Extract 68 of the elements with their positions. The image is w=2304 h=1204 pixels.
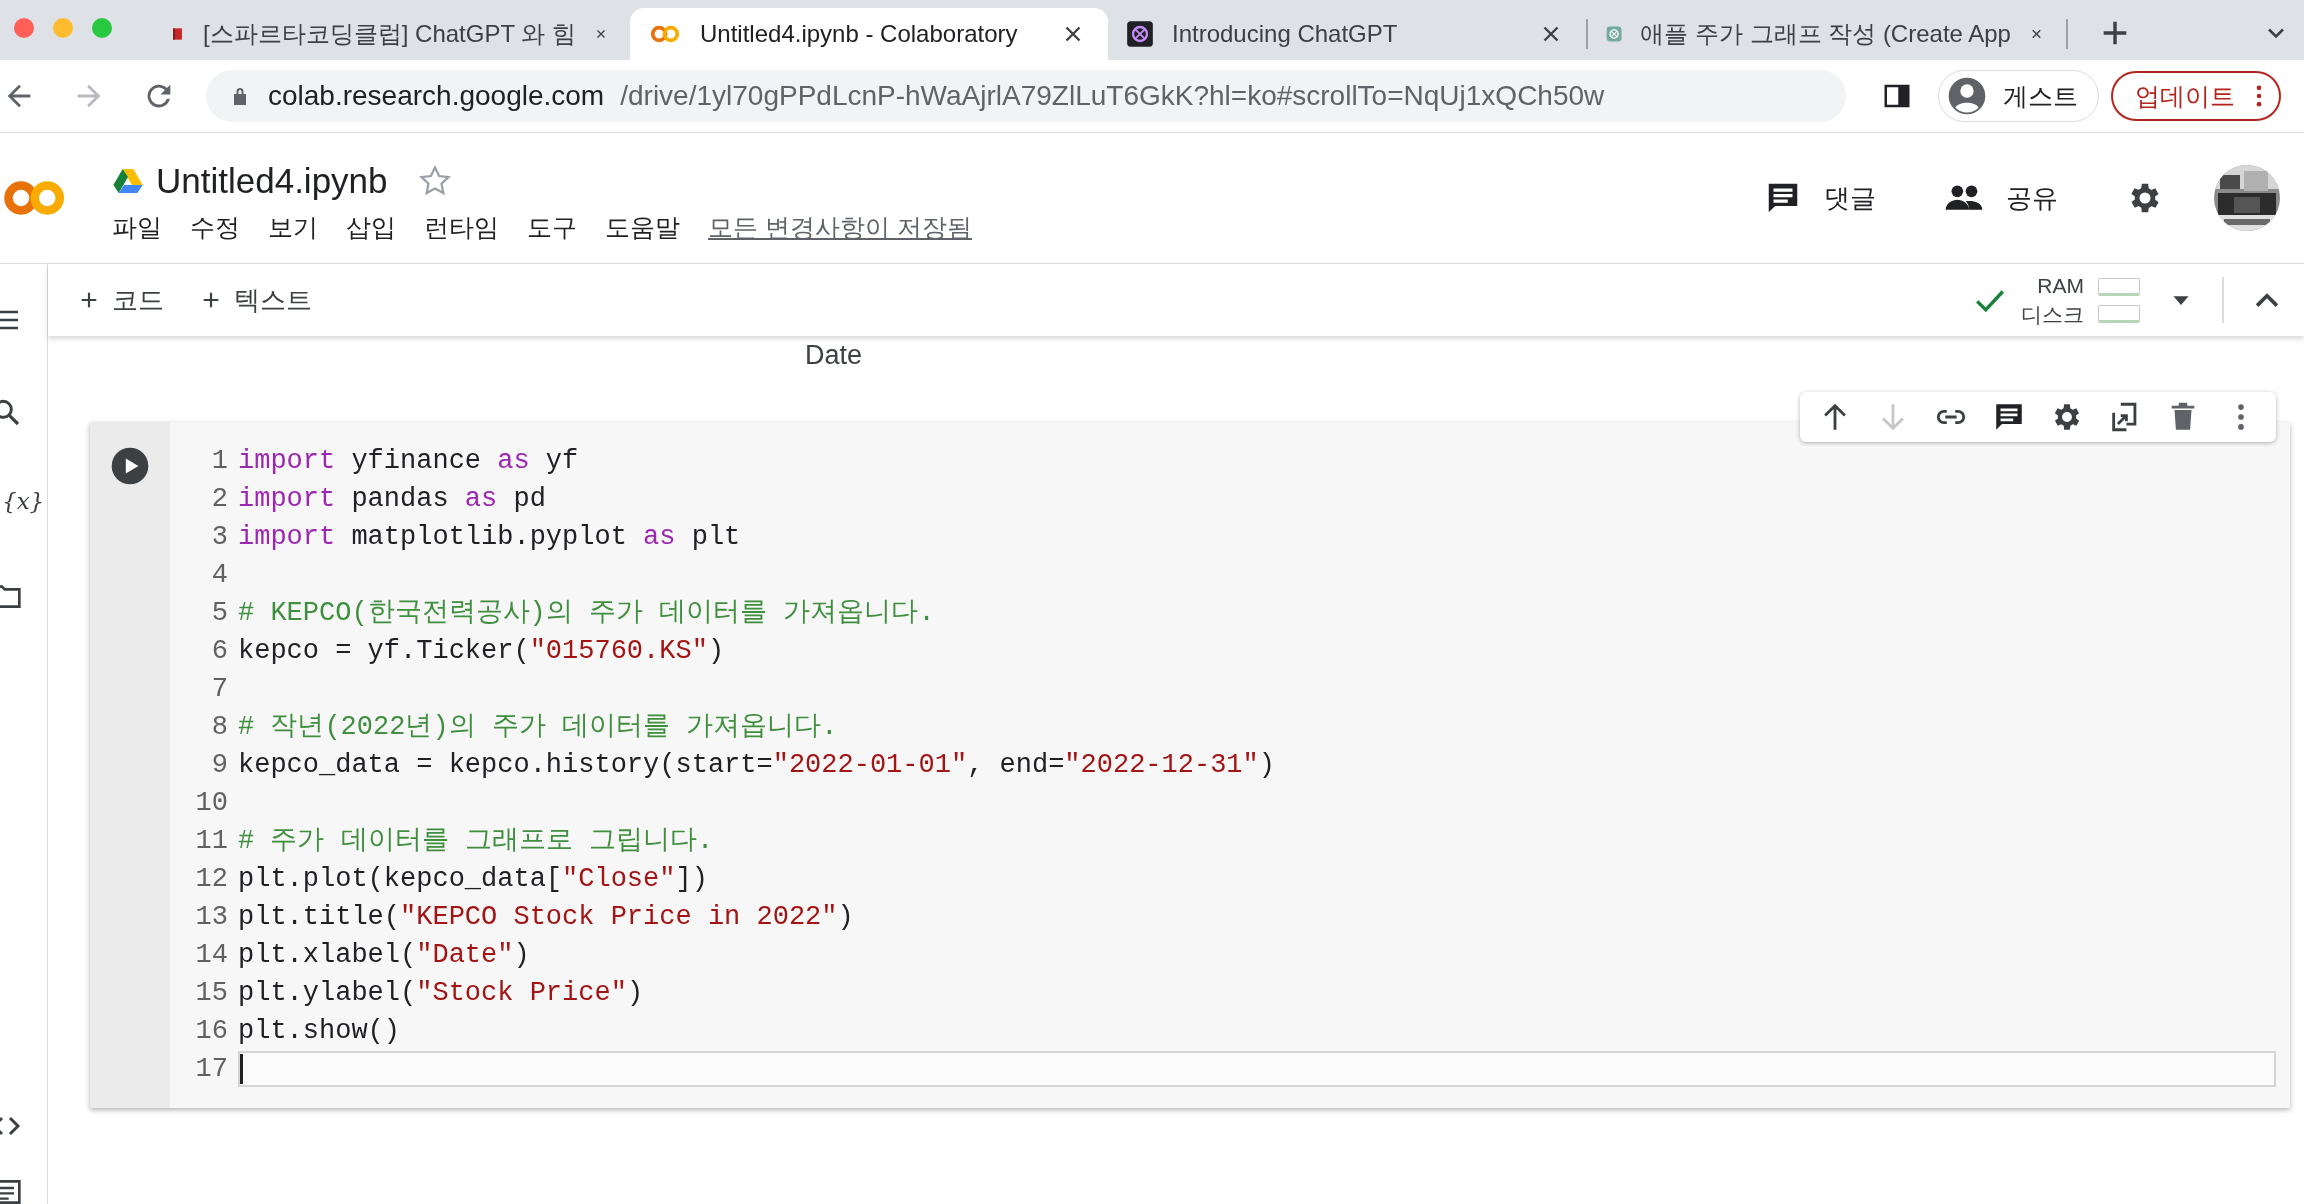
menu-item[interactable]: 삽입 [346, 210, 396, 244]
disk-label: 디스크 [2021, 302, 2084, 328]
line-number: 8 [210, 712, 229, 742]
add-text-button[interactable]: 텍스트 [200, 282, 312, 318]
line-number: 14 [194, 940, 229, 970]
menu-item[interactable]: 도구 [527, 210, 577, 244]
menu-item[interactable]: 보기 [268, 210, 318, 244]
browser-tab[interactable]: [스파르타코딩클럽] ChatGPT 와 힘 [152, 8, 630, 60]
line-number: 4 [210, 560, 229, 590]
menu-item[interactable]: 수정 [190, 210, 240, 244]
menu-item[interactable]: 파일 [112, 210, 162, 244]
line-number: 5 [210, 598, 229, 628]
line-number: 12 [194, 864, 229, 894]
tab-title: [스파르타코딩클럽] ChatGPT 와 힘 [203, 19, 576, 49]
code-cell[interactable] [90, 422, 2290, 1108]
line-number: 13 [194, 902, 229, 932]
update-button[interactable]: 업데이트 [2111, 71, 2281, 121]
resources-button[interactable]: RAM 디스크 [1973, 271, 2140, 329]
ram-label: RAM [2037, 273, 2084, 299]
knot-icon [1126, 20, 1154, 48]
line-number: 11 [194, 826, 229, 856]
line-number: 9 [210, 750, 229, 780]
line-number: 16 [194, 1016, 229, 1046]
code-line: kepco_data = kepco.history(start="2022-01-01", end="2022-12-31") [238, 749, 1276, 782]
code-line: plt.xlabel("Date") [238, 939, 531, 972]
axis-label: Date [805, 340, 863, 370]
code-line: # KEPCO(한국전력공사)의 주가 데이터를 가져옵니다. [238, 597, 936, 630]
line-number: 17 [194, 1054, 229, 1084]
url-path: /drive/1yl70gPPdLcnP-hWaAjrlA79ZlLuT6GkK?hl=ko#scrollTo=NqUj1xQCh50w [620, 80, 1605, 112]
code-line: # 작년(2022년)의 주가 데이터를 가져옵니다. [238, 711, 839, 744]
line-number: 1 [210, 446, 229, 476]
variables-button[interactable]: {x} [2, 488, 45, 514]
add-code-button[interactable]: 코드 [78, 282, 164, 318]
disk-meter [2098, 304, 2140, 323]
menu-item[interactable]: 도움말 [605, 210, 680, 244]
code-line: import pandas as pd [238, 483, 547, 516]
tab-title: 애플 주가 그래프 작성 (Create App [1640, 19, 2011, 49]
notebook-title[interactable]: Untitled4.ipynb [156, 160, 388, 201]
code-line: plt.plot(kepco_data["Close"]) [238, 863, 709, 896]
code-line: import matplotlib.pyplot as plt [238, 521, 742, 554]
text-cursor [240, 1054, 243, 1084]
browser-tab[interactable]: Introducing ChatGPT [1108, 8, 1586, 60]
line-number: 15 [194, 978, 229, 1008]
run-button[interactable] [110, 446, 150, 486]
line-number: 7 [210, 674, 229, 704]
line-number: 3 [210, 522, 229, 552]
line-number: 2 [210, 484, 229, 514]
code-line: plt.show() [238, 1015, 402, 1048]
address-field[interactable]: colab.research.google.com /drive/1yl70gPPdLcnP-hWaAjrlA79ZlLuT6GkK?hl=ko#scrollTo=NqUj1xQCh50w [206, 70, 1846, 122]
code-line: plt.title("KEPCO Stock Price in 2022") [238, 901, 855, 934]
browser-tab[interactable]: Untitled4.ipynb - Colaboratory [630, 8, 1108, 60]
url-host: colab.research.google.com [268, 80, 605, 112]
tab-title: Introducing ChatGPT [1172, 20, 1399, 48]
share-button[interactable]: 공유 [1944, 178, 2058, 218]
code-line: import yfinance as yf [238, 445, 580, 478]
line-number: 6 [210, 636, 229, 666]
browser-tab[interactable]: 애플 주가 그래프 작성 (Create App [1588, 8, 2066, 60]
tab-title: Untitled4.ipynb - Colaboratory [700, 20, 1019, 48]
comment-button[interactable]: 댓글 [1764, 179, 1876, 217]
code-line: plt.ylabel("Stock Price") [238, 977, 645, 1010]
star-icon[interactable] [417, 163, 452, 198]
code-line: kepco = yf.Ticker("015760.KS") [238, 635, 726, 668]
line-number: 10 [194, 788, 229, 818]
person-icon [1947, 76, 1987, 116]
menu-item[interactable]: 런타임 [424, 210, 499, 244]
code-line: # 주가 데이터를 그래프로 그립니다. [238, 825, 715, 858]
ram-meter [2098, 277, 2140, 296]
save-status-link[interactable]: 모든 변경사항이 저장됨 [708, 210, 972, 244]
